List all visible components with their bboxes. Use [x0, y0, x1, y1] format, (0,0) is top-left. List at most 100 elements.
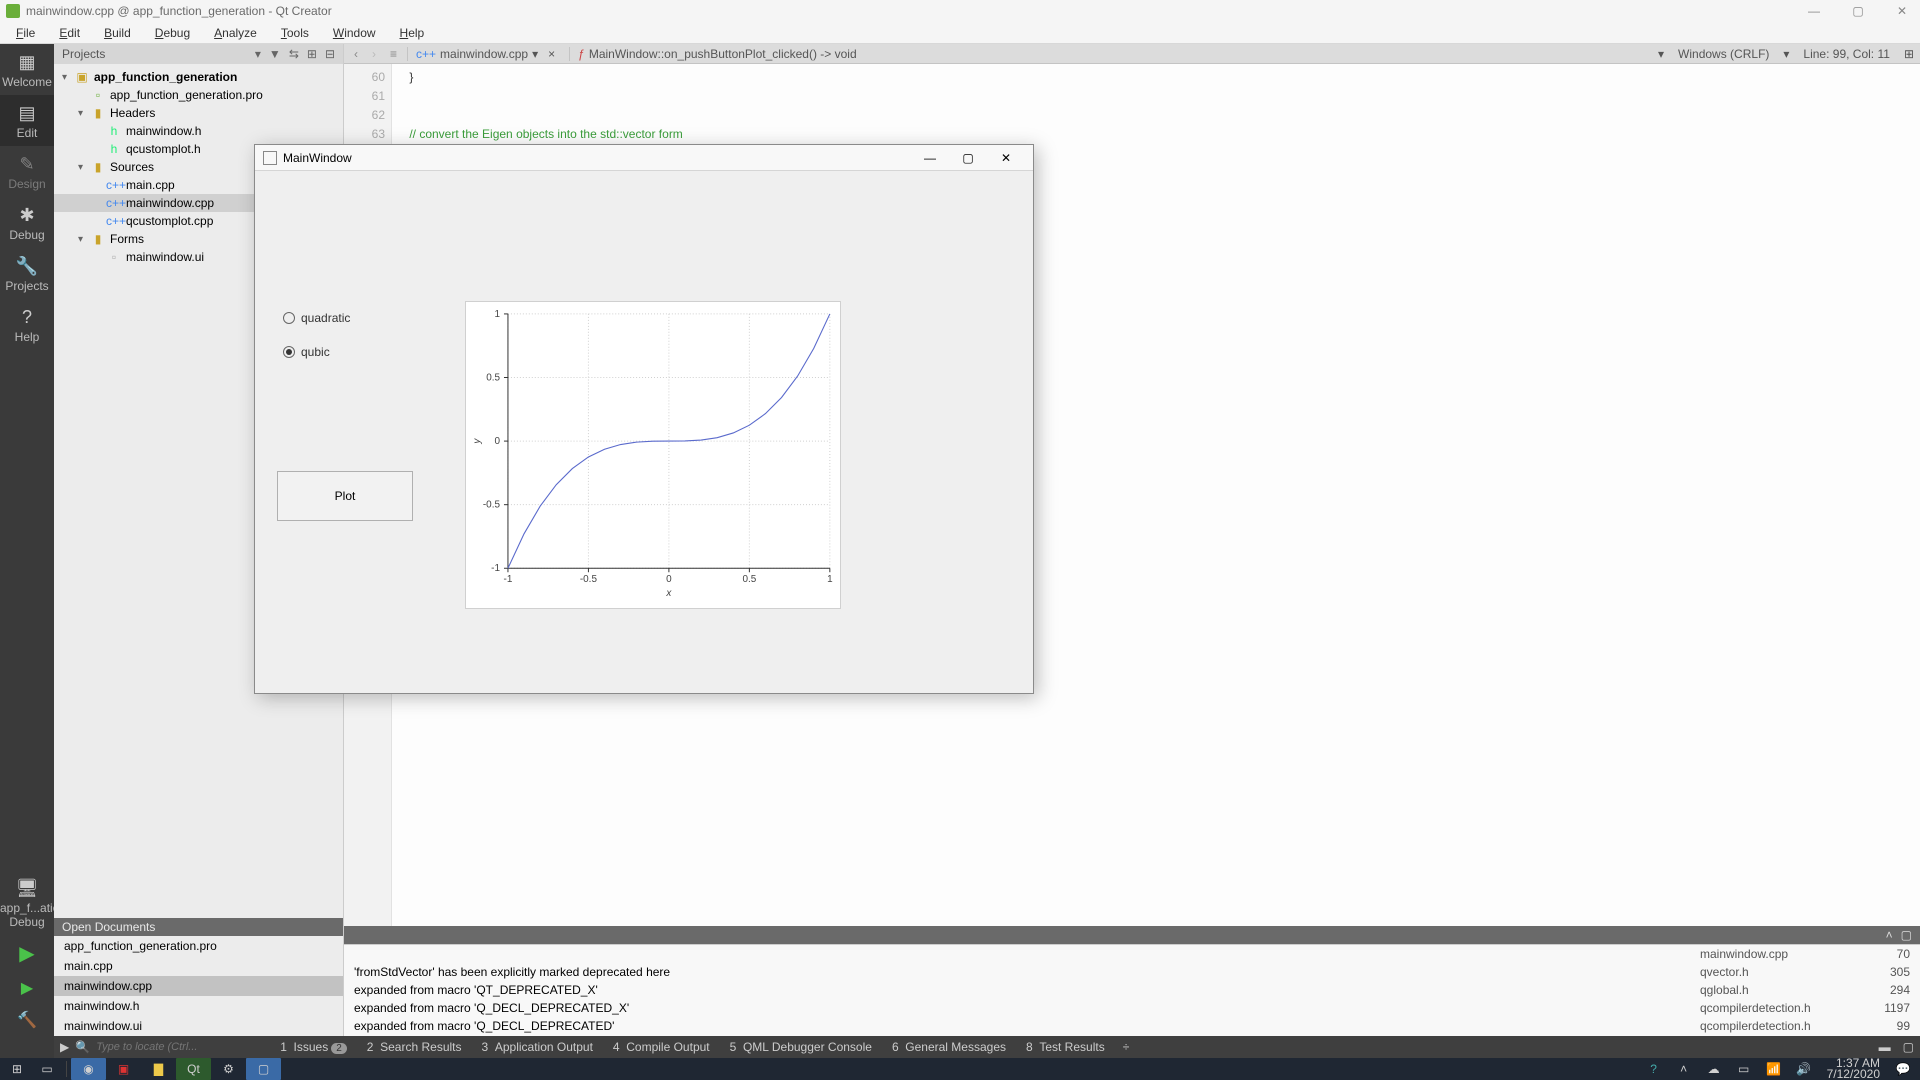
volume-icon[interactable]: 🔊 — [1789, 1058, 1819, 1080]
open-doc-item[interactable]: app_function_generation.pro — [54, 936, 343, 956]
issue-row[interactable]: mainwindow.cpp70 — [344, 945, 1920, 963]
menu-edit[interactable]: Edit — [49, 24, 90, 42]
issue-row[interactable]: expanded from macro 'QT_DEPRECATED_X'qgl… — [344, 981, 1920, 999]
locator-input[interactable] — [90, 1041, 270, 1053]
split-icon[interactable]: ⊞ — [1904, 47, 1914, 61]
dialog-maximize-button[interactable]: ▢ — [949, 151, 987, 165]
open-doc-item[interactable]: mainwindow.h — [54, 996, 343, 1016]
output-tab[interactable]: 2 Search Results — [357, 1040, 472, 1054]
menu-debug[interactable]: Debug — [145, 24, 200, 42]
dropbox-icon[interactable]: ☁ — [1699, 1058, 1729, 1080]
open-doc-item[interactable]: mainwindow.ui — [54, 1016, 343, 1036]
close-sidebar-icon[interactable]: ▢ — [1897, 1040, 1920, 1054]
square-icon[interactable]: ▢ — [1901, 928, 1912, 942]
dropdown-icon[interactable]: ▾ — [1658, 47, 1664, 61]
close-button[interactable]: ✕ — [1890, 4, 1914, 18]
issue-line: 70 — [1870, 947, 1910, 961]
bug-icon: ✱ — [0, 205, 54, 226]
taskbar-chrome[interactable]: ◉ — [71, 1058, 106, 1080]
link-icon[interactable]: ⇆ — [289, 47, 299, 61]
issue-row[interactable]: 'fromStdVector' has been explicitly mark… — [344, 963, 1920, 981]
output-tab[interactable]: 4 Compile Output — [603, 1040, 720, 1054]
build-button[interactable]: 🔨 — [17, 1004, 37, 1036]
expand-icon[interactable]: ⊞ — [307, 47, 317, 61]
open-doc-item[interactable]: main.cpp — [54, 956, 343, 976]
tree-headers[interactable]: ▾▮Headers — [54, 104, 343, 122]
editor-file-name: mainwindow.cpp — [440, 47, 528, 61]
issue-file: mainwindow.cpp — [1700, 947, 1870, 961]
wifi-icon[interactable]: 📶 — [1759, 1058, 1789, 1080]
dropdown-icon[interactable]: ▾ — [255, 47, 261, 61]
editor-cursor-pos[interactable]: Line: 99, Col: 11 — [1795, 47, 1898, 61]
taskbar-explorer[interactable]: ▇ — [141, 1058, 176, 1080]
open-doc-item[interactable]: mainwindow.cpp — [54, 976, 343, 996]
svg-text:1: 1 — [494, 309, 500, 320]
menu-window[interactable]: Window — [323, 24, 386, 42]
output-tab[interactable]: 8 Test Results — [1016, 1040, 1115, 1054]
back-button[interactable]: ‹ — [350, 47, 362, 61]
tree-pro-file[interactable]: ▫app_function_generation.pro — [54, 86, 343, 104]
tree-header-file[interactable]: hmainwindow.h — [54, 122, 343, 140]
taskbar-qtcreator[interactable]: Qt — [176, 1058, 211, 1080]
taskbar-settings[interactable]: ⚙ — [211, 1058, 246, 1080]
mode-edit[interactable]: ▤Edit — [0, 95, 54, 146]
plot-button[interactable]: Plot — [277, 471, 413, 521]
taskbar-acrobat[interactable]: ▣ — [106, 1058, 141, 1080]
start-button[interactable]: ⊞ — [2, 1058, 32, 1080]
radio-qubic[interactable]: qubic — [283, 345, 350, 359]
svg-text:0.5: 0.5 — [486, 372, 500, 383]
output-tab[interactable]: 1 Issues2 — [270, 1040, 357, 1054]
chevron-up-icon[interactable]: ˄ — [1886, 928, 1893, 942]
maximize-button[interactable]: ▢ — [1846, 4, 1870, 18]
issue-row[interactable]: expanded from macro 'Q_DECL_DEPRECATED'q… — [344, 1017, 1920, 1035]
mode-help[interactable]: ?Help — [0, 299, 54, 350]
issue-msg: expanded from macro 'QT_DEPRECATED_X' — [354, 983, 1700, 997]
dialog-close-button[interactable]: ✕ — [987, 151, 1025, 165]
svg-text:-1: -1 — [491, 563, 500, 574]
tree-root[interactable]: ▾▣app_function_generation — [54, 68, 343, 86]
menu-help[interactable]: Help — [390, 24, 435, 42]
menu-file[interactable]: File — [6, 24, 45, 42]
close-icon[interactable]: × — [548, 47, 555, 61]
notifications-icon[interactable]: 💬 — [1888, 1058, 1918, 1080]
chevron-up-icon[interactable]: ˄ — [1669, 1058, 1699, 1080]
output-tab[interactable]: 3 Application Output — [472, 1040, 603, 1054]
dropdown-icon[interactable]: ▾ — [1783, 47, 1789, 61]
locator-toggle[interactable]: ▶ — [54, 1040, 75, 1054]
editor-encoding[interactable]: Windows (CRLF) — [1670, 47, 1777, 61]
mode-welcome[interactable]: ▦Welcome — [0, 44, 54, 95]
editor-symbol-tab[interactable]: ƒMainWindow::on_pushButtonPlot_clicked()… — [569, 47, 865, 61]
radio-quadratic[interactable]: quadratic — [283, 311, 350, 325]
mode-projects[interactable]: 🔧Projects — [0, 248, 54, 299]
forward-button[interactable]: › — [368, 47, 380, 61]
taskview-button[interactable]: ▭ — [32, 1058, 62, 1080]
run-debug-button[interactable]: ▶ — [21, 972, 33, 1004]
issue-file: qcompilerdetection.h — [1700, 1001, 1870, 1015]
menu-tools[interactable]: Tools — [271, 24, 319, 42]
dialog-minimize-button[interactable]: — — [911, 151, 949, 165]
tree-file-label: mainwindow.h — [126, 124, 201, 138]
help-tray-icon[interactable]: ? — [1639, 1058, 1669, 1080]
menu-analyze[interactable]: Analyze — [204, 24, 267, 42]
battery-icon[interactable]: ▭ — [1729, 1058, 1759, 1080]
nav-icon[interactable]: ≡ — [386, 47, 401, 61]
run-button[interactable]: ▶ — [19, 935, 34, 972]
svg-text:y: y — [472, 438, 483, 445]
issue-row[interactable]: expanded from macro 'Q_DECL_DEPRECATED_X… — [344, 999, 1920, 1017]
collapse-icon[interactable]: ⊟ — [325, 47, 335, 61]
window-title: mainwindow.cpp @ app_function_generation… — [26, 4, 332, 18]
dropdown-icon: ▾ — [532, 47, 538, 61]
output-tab[interactable]: 6 General Messages — [882, 1040, 1016, 1054]
svg-text:-0.5: -0.5 — [580, 574, 598, 585]
kit-selector[interactable]: 🖥app_f...ationDebug — [0, 870, 54, 935]
output-tab[interactable]: 5 QML Debugger Console — [720, 1040, 882, 1054]
mode-design[interactable]: ✎Design — [0, 146, 54, 197]
mode-debug[interactable]: ✱Debug — [0, 197, 54, 248]
menu-build[interactable]: Build — [94, 24, 141, 42]
taskbar-app[interactable]: ▢ — [246, 1058, 281, 1080]
minimize-button[interactable]: — — [1802, 4, 1826, 18]
filter-icon[interactable]: ▼ — [269, 47, 281, 61]
editor-file-tab[interactable]: c++mainwindow.cpp▾× — [407, 47, 563, 61]
overflow-icon[interactable]: ÷ — [1115, 1040, 1138, 1054]
system-clock[interactable]: 1:37 AM 7/12/2020 — [1819, 1058, 1888, 1080]
